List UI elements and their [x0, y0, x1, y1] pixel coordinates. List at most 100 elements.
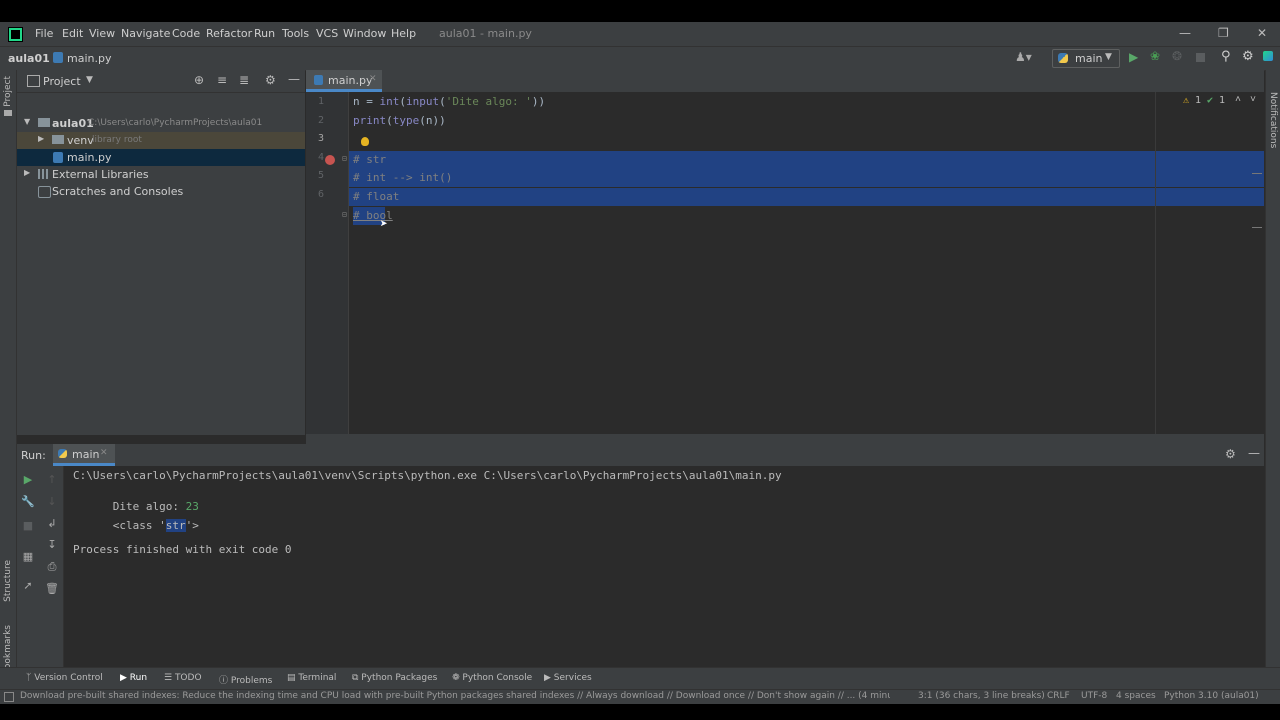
gear-icon[interactable]: ⚙ [1225, 447, 1236, 461]
chevron-right-icon: ▶ [38, 134, 45, 143]
file-encoding[interactable]: UTF-8 [1081, 691, 1107, 701]
stripe-notifications-tab[interactable]: Notifications [1268, 92, 1278, 148]
menu-window[interactable]: Window [343, 27, 386, 40]
scroll-marker [1252, 173, 1262, 174]
locate-icon[interactable]: ⊕ [194, 73, 204, 87]
menu-bar: File Edit View Navigate Code Refactor Ru… [0, 22, 1280, 46]
stripe-project-tab[interactable]: Project [3, 76, 13, 107]
tool-terminal[interactable]: ▤ Terminal [287, 673, 336, 683]
trash-icon[interactable]: 🗑 [41, 582, 63, 595]
rerun-icon[interactable]: ▶ [17, 473, 39, 486]
gear-icon[interactable]: ⚙ [265, 73, 276, 87]
tool-todo[interactable]: ☰ TODO [164, 673, 202, 683]
run-console[interactable]: C:\Users\carlo\PycharmProjects\aula01\ve… [64, 466, 1264, 676]
menu-code[interactable]: Code [172, 27, 200, 40]
scroll-to-end-icon[interactable]: ↧ [41, 538, 63, 551]
tree-item-scratches[interactable]: Scratches and Consoles [17, 183, 305, 200]
tree-item-external-libraries[interactable]: ▶ External Libraries [17, 166, 305, 183]
fold-icon[interactable]: ⊟ [342, 210, 347, 219]
menu-file[interactable]: File [35, 27, 53, 40]
indent-setting[interactable]: 4 spaces [1116, 691, 1156, 701]
folder-icon [4, 110, 12, 116]
line-separator[interactable]: CRLF [1047, 691, 1070, 701]
editor-run-splitter[interactable] [306, 434, 1264, 444]
python-console-icon: ❁ [452, 673, 463, 683]
stripe-structure-tab[interactable]: Structure [3, 560, 13, 602]
restore-icon[interactable]: ❐ [1218, 26, 1229, 40]
tool-run[interactable]: ▶ Run [120, 673, 147, 683]
user-icon[interactable]: ♟▾ [1015, 50, 1032, 64]
selection-line-3 [349, 151, 1264, 169]
tree-item-aula01[interactable]: ▼ aula01 C:\Users\carlo\PycharmProjects\… [17, 115, 305, 132]
run-config-selector[interactable]: main ▼ [1052, 49, 1120, 68]
close-icon[interactable]: ✕ [1257, 26, 1267, 40]
tool-services[interactable]: ▶ Services [544, 673, 592, 683]
tool-problems[interactable]: ⓘ Problems [219, 673, 272, 686]
close-tab-icon[interactable]: ✕ [369, 74, 377, 84]
menu-view[interactable]: View [89, 27, 115, 40]
collapse-all-icon[interactable]: ≣ [239, 73, 249, 87]
jetbrains-ai-icon[interactable] [1263, 51, 1273, 61]
scroll-up-icon[interactable]: ↑ [41, 473, 63, 486]
expand-all-icon[interactable]: ≡ [217, 73, 227, 87]
hide-panel-icon[interactable]: — [1248, 446, 1260, 460]
inspection-widget[interactable]: ⚠ 1 ✔ 1 ˄ ˅ [1183, 94, 1263, 110]
run-panel-header: Run: main ✕ ⚙ — [17, 444, 1264, 467]
tree-item-main-py[interactable]: main.py [17, 149, 305, 166]
notification-icon[interactable] [4, 692, 14, 702]
search-icon[interactable]: ⚲ [1221, 49, 1231, 64]
menu-edit[interactable]: Edit [62, 27, 83, 40]
pin-icon[interactable]: ➚ [17, 579, 39, 592]
breadcrumb-project[interactable]: aula01 [8, 52, 50, 65]
soft-wrap-icon[interactable]: ↲ [41, 517, 63, 530]
status-message[interactable]: Download pre-built shared indexes: Reduc… [20, 691, 890, 701]
minimize-icon[interactable]: — [1179, 26, 1191, 40]
tree-item-hint: library root [92, 135, 142, 145]
debug-icon[interactable]: ❀ [1150, 49, 1160, 63]
wrench-icon[interactable]: 🔧 [17, 495, 39, 508]
run-icon[interactable]: ▶ [1129, 50, 1138, 64]
coverage-icon[interactable]: ❂ [1172, 49, 1182, 63]
chevron-up-icon[interactable]: ˄ [1235, 94, 1241, 106]
chevron-down-icon[interactable]: ▼ [86, 75, 93, 85]
caret-position[interactable]: 3:1 (36 chars, 3 line breaks) [918, 691, 1045, 701]
menu-vcs[interactable]: VCS [316, 27, 338, 40]
stop-icon[interactable] [1196, 53, 1205, 62]
tree-item-label: venv [67, 134, 94, 147]
python-interpreter[interactable]: Python 3.10 (aula01) [1164, 691, 1259, 701]
breadcrumb-file[interactable]: main.py [67, 52, 111, 65]
project-panel: Project ▼ ⊕ ≡ ≣ ⚙ — ▼ aula01 C:\Users\ca… [17, 70, 305, 435]
menu-refactor[interactable]: Refactor [206, 27, 252, 40]
tool-python-packages[interactable]: ⧉ Python Packages [352, 673, 437, 683]
print-icon[interactable]: ⎙ [41, 560, 63, 574]
hide-panel-icon[interactable]: — [288, 72, 300, 86]
tree-item-venv[interactable]: ▶ venv library root [17, 132, 305, 149]
fold-icon[interactable]: ⊟ [342, 154, 347, 163]
scroll-down-icon[interactable]: ↓ [41, 495, 63, 508]
run-tab-main[interactable]: main ✕ [53, 444, 115, 466]
close-tab-icon[interactable]: ✕ [100, 448, 108, 458]
library-icon [38, 169, 49, 179]
menu-run[interactable]: Run [254, 27, 275, 40]
console-class-name: str [165, 519, 186, 532]
settings-gear-icon[interactable]: ⚙ [1242, 49, 1254, 64]
menu-navigate[interactable]: Navigate [121, 27, 170, 40]
chevron-down-icon[interactable]: ˅ [1250, 94, 1256, 106]
stop-icon[interactable]: ■ [17, 519, 39, 532]
breakpoint-icon[interactable] [325, 155, 335, 165]
project-panel-title[interactable]: Project [43, 75, 81, 88]
menu-tools[interactable]: Tools [282, 27, 309, 40]
console-class-suffix: '> [185, 519, 199, 532]
intention-bulb-icon[interactable] [361, 137, 369, 146]
pycharm-logo-icon [8, 27, 23, 42]
menu-help[interactable]: Help [391, 27, 416, 40]
weak-warning-count: 1 [1219, 95, 1226, 106]
tool-python-console[interactable]: ❁ Python Console [452, 673, 532, 683]
tab-main-py[interactable]: main.py ✕ [306, 70, 382, 92]
console-output-line: <class 'str'> [73, 506, 199, 545]
layout-icon[interactable]: ▦ [17, 550, 39, 563]
code-editor[interactable]: 1 2 3 4 5 6 ⊟ ⊟ n = int(input('Dite algo… [306, 92, 1264, 434]
selection-line-5 [349, 188, 1264, 206]
info-icon: ⓘ [219, 676, 231, 686]
tool-version-control[interactable]: ᛉ Version Control [26, 673, 103, 683]
